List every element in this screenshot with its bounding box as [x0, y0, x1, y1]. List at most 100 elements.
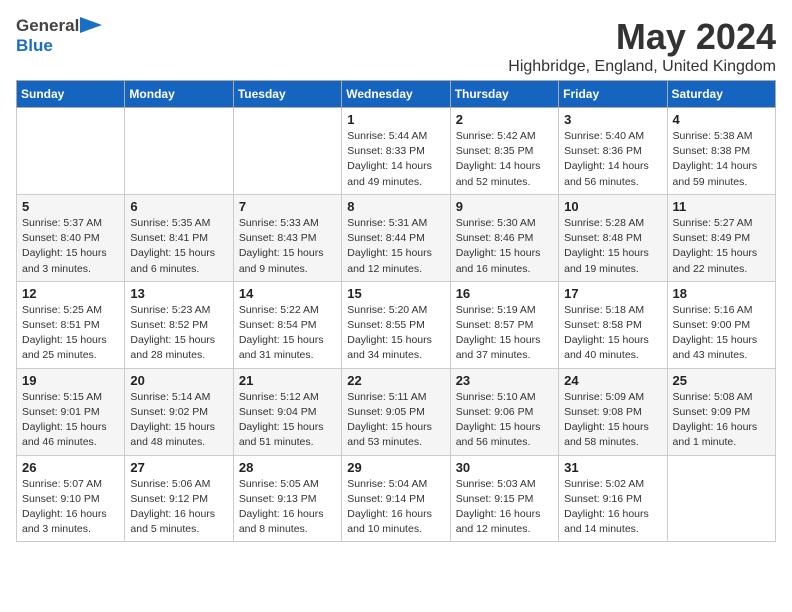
cell-day-number: 12: [22, 286, 119, 301]
cell-day-number: 23: [456, 373, 553, 388]
calendar-cell: [125, 108, 233, 195]
cell-info-text: Sunrise: 5:18 AM Sunset: 8:58 PM Dayligh…: [564, 303, 661, 364]
cell-day-number: 7: [239, 199, 336, 214]
cell-info-text: Sunrise: 5:07 AM Sunset: 9:10 PM Dayligh…: [22, 477, 119, 538]
cell-info-text: Sunrise: 5:33 AM Sunset: 8:43 PM Dayligh…: [239, 216, 336, 277]
logo-blue-text: Blue: [16, 36, 53, 55]
calendar-cell: 16 Sunrise: 5:19 AM Sunset: 8:57 PM Dayli…: [450, 281, 558, 368]
cell-day-number: 27: [130, 460, 227, 475]
calendar-cell: 4 Sunrise: 5:38 AM Sunset: 8:38 PM Daylig…: [667, 108, 775, 195]
cell-day-number: 21: [239, 373, 336, 388]
cell-day-number: 3: [564, 112, 661, 127]
cell-info-text: Sunrise: 5:04 AM Sunset: 9:14 PM Dayligh…: [347, 477, 444, 538]
calendar-cell: 10Sunrise: 5:28 AM Sunset: 8:48 PM Dayli…: [559, 194, 667, 281]
day-header-sunday: Sunday: [17, 81, 125, 108]
calendar-cell: 3 Sunrise: 5:40 AM Sunset: 8:36 PM Daylig…: [559, 108, 667, 195]
cell-info-text: Sunrise: 5:25 AM Sunset: 8:51 PM Dayligh…: [22, 303, 119, 364]
cell-day-number: 9: [456, 199, 553, 214]
cell-info-text: Sunrise: 5:05 AM Sunset: 9:13 PM Dayligh…: [239, 477, 336, 538]
cell-day-number: 22: [347, 373, 444, 388]
logo: General Blue: [16, 16, 102, 56]
cell-info-text: Sunrise: 5:23 AM Sunset: 8:52 PM Dayligh…: [130, 303, 227, 364]
title-section: May 2024 Highbridge, England, United Kin…: [508, 16, 776, 76]
cell-day-number: 26: [22, 460, 119, 475]
cell-day-number: 31: [564, 460, 661, 475]
cell-info-text: Sunrise: 5:30 AM Sunset: 8:46 PM Dayligh…: [456, 216, 553, 277]
cell-day-number: 20: [130, 373, 227, 388]
cell-info-text: Sunrise: 5:35 AM Sunset: 8:41 PM Dayligh…: [130, 216, 227, 277]
calendar-cell: 11 Sunrise: 5:27 AM Sunset: 8:49 PM Dayli…: [667, 194, 775, 281]
cell-day-number: 8: [347, 199, 444, 214]
cell-info-text: Sunrise: 5:11 AM Sunset: 9:05 PM Dayligh…: [347, 390, 444, 451]
cell-info-text: Sunrise: 5:38 AM Sunset: 8:38 PM Dayligh…: [673, 129, 770, 190]
calendar-cell: 6 Sunrise: 5:35 AM Sunset: 8:41 PM Daylig…: [125, 194, 233, 281]
calendar-cell: 30Sunrise: 5:03 AM Sunset: 9:15 PM Dayli…: [450, 455, 558, 542]
calendar-cell: 28 Sunrise: 5:05 AM Sunset: 9:13 PM Dayli…: [233, 455, 341, 542]
calendar-week-row: 19 Sunrise: 5:15 AM Sunset: 9:01 PM Dayli…: [17, 368, 776, 455]
cell-info-text: Sunrise: 5:09 AM Sunset: 9:08 PM Dayligh…: [564, 390, 661, 451]
calendar-cell: 19 Sunrise: 5:15 AM Sunset: 9:01 PM Dayli…: [17, 368, 125, 455]
calendar-cell: 22 Sunrise: 5:11 AM Sunset: 9:05 PM Dayli…: [342, 368, 450, 455]
calendar-week-row: 12 Sunrise: 5:25 AM Sunset: 8:51 PM Dayli…: [17, 281, 776, 368]
cell-day-number: 4: [673, 112, 770, 127]
calendar-header-row: SundayMondayTuesdayWednesdayThursdayFrid…: [17, 81, 776, 108]
cell-day-number: 18: [673, 286, 770, 301]
day-header-tuesday: Tuesday: [233, 81, 341, 108]
calendar-cell: 5 Sunrise: 5:37 AM Sunset: 8:40 PM Daylig…: [17, 194, 125, 281]
calendar-cell: 23Sunrise: 5:10 AM Sunset: 9:06 PM Dayli…: [450, 368, 558, 455]
cell-info-text: Sunrise: 5:08 AM Sunset: 9:09 PM Dayligh…: [673, 390, 770, 451]
cell-info-text: Sunrise: 5:31 AM Sunset: 8:44 PM Dayligh…: [347, 216, 444, 277]
calendar-cell: [17, 108, 125, 195]
cell-info-text: Sunrise: 5:12 AM Sunset: 9:04 PM Dayligh…: [239, 390, 336, 451]
month-year-title: May 2024: [508, 16, 776, 58]
cell-day-number: 1: [347, 112, 444, 127]
cell-day-number: 13: [130, 286, 227, 301]
calendar-cell: 1 Sunrise: 5:44 AM Sunset: 8:33 PM Daylig…: [342, 108, 450, 195]
calendar-cell: 20 Sunrise: 5:14 AM Sunset: 9:02 PM Dayli…: [125, 368, 233, 455]
cell-info-text: Sunrise: 5:27 AM Sunset: 8:49 PM Dayligh…: [673, 216, 770, 277]
cell-day-number: 11: [673, 199, 770, 214]
day-header-thursday: Thursday: [450, 81, 558, 108]
cell-info-text: Sunrise: 5:20 AM Sunset: 8:55 PM Dayligh…: [347, 303, 444, 364]
cell-day-number: 28: [239, 460, 336, 475]
cell-info-text: Sunrise: 5:19 AM Sunset: 8:57 PM Dayligh…: [456, 303, 553, 364]
day-header-monday: Monday: [125, 81, 233, 108]
cell-info-text: Sunrise: 5:14 AM Sunset: 9:02 PM Dayligh…: [130, 390, 227, 451]
cell-day-number: 10: [564, 199, 661, 214]
calendar-cell: 24 Sunrise: 5:09 AM Sunset: 9:08 PM Dayli…: [559, 368, 667, 455]
cell-info-text: Sunrise: 5:44 AM Sunset: 8:33 PM Dayligh…: [347, 129, 444, 190]
cell-info-text: Sunrise: 5:22 AM Sunset: 8:54 PM Dayligh…: [239, 303, 336, 364]
cell-day-number: 6: [130, 199, 227, 214]
calendar-cell: [233, 108, 341, 195]
calendar-cell: 21 Sunrise: 5:12 AM Sunset: 9:04 PM Dayli…: [233, 368, 341, 455]
calendar-cell: 15Sunrise: 5:20 AM Sunset: 8:55 PM Dayli…: [342, 281, 450, 368]
calendar-cell: 9 Sunrise: 5:30 AM Sunset: 8:46 PM Daylig…: [450, 194, 558, 281]
cell-info-text: Sunrise: 5:37 AM Sunset: 8:40 PM Dayligh…: [22, 216, 119, 277]
calendar-cell: 7 Sunrise: 5:33 AM Sunset: 8:43 PM Daylig…: [233, 194, 341, 281]
cell-day-number: 19: [22, 373, 119, 388]
day-header-saturday: Saturday: [667, 81, 775, 108]
cell-day-number: 29: [347, 460, 444, 475]
calendar-cell: 13 Sunrise: 5:23 AM Sunset: 8:52 PM Dayli…: [125, 281, 233, 368]
calendar-cell: 12 Sunrise: 5:25 AM Sunset: 8:51 PM Dayli…: [17, 281, 125, 368]
calendar-cell: 2Sunrise: 5:42 AM Sunset: 8:35 PM Daylig…: [450, 108, 558, 195]
cell-day-number: 24: [564, 373, 661, 388]
cell-info-text: Sunrise: 5:40 AM Sunset: 8:36 PM Dayligh…: [564, 129, 661, 190]
cell-day-number: 2: [456, 112, 553, 127]
calendar-cell: 29 Sunrise: 5:04 AM Sunset: 9:14 PM Dayli…: [342, 455, 450, 542]
calendar-cell: 17Sunrise: 5:18 AM Sunset: 8:58 PM Dayli…: [559, 281, 667, 368]
calendar-cell: 18 Sunrise: 5:16 AM Sunset: 9:00 PM Dayli…: [667, 281, 775, 368]
calendar-table: SundayMondayTuesdayWednesdayThursdayFrid…: [16, 80, 776, 542]
cell-info-text: Sunrise: 5:16 AM Sunset: 9:00 PM Dayligh…: [673, 303, 770, 364]
cell-day-number: 5: [22, 199, 119, 214]
cell-info-text: Sunrise: 5:02 AM Sunset: 9:16 PM Dayligh…: [564, 477, 661, 538]
calendar-cell: 27Sunrise: 5:06 AM Sunset: 9:12 PM Dayli…: [125, 455, 233, 542]
cell-day-number: 16: [456, 286, 553, 301]
page-header: General Blue May 2024 Highbridge, Englan…: [16, 16, 776, 76]
calendar-week-row: 1 Sunrise: 5:44 AM Sunset: 8:33 PM Daylig…: [17, 108, 776, 195]
cell-info-text: Sunrise: 5:03 AM Sunset: 9:15 PM Dayligh…: [456, 477, 553, 538]
calendar-week-row: 26 Sunrise: 5:07 AM Sunset: 9:10 PM Dayli…: [17, 455, 776, 542]
calendar-cell: 8 Sunrise: 5:31 AM Sunset: 8:44 PM Daylig…: [342, 194, 450, 281]
calendar-cell: 31 Sunrise: 5:02 AM Sunset: 9:16 PM Dayli…: [559, 455, 667, 542]
cell-info-text: Sunrise: 5:15 AM Sunset: 9:01 PM Dayligh…: [22, 390, 119, 451]
